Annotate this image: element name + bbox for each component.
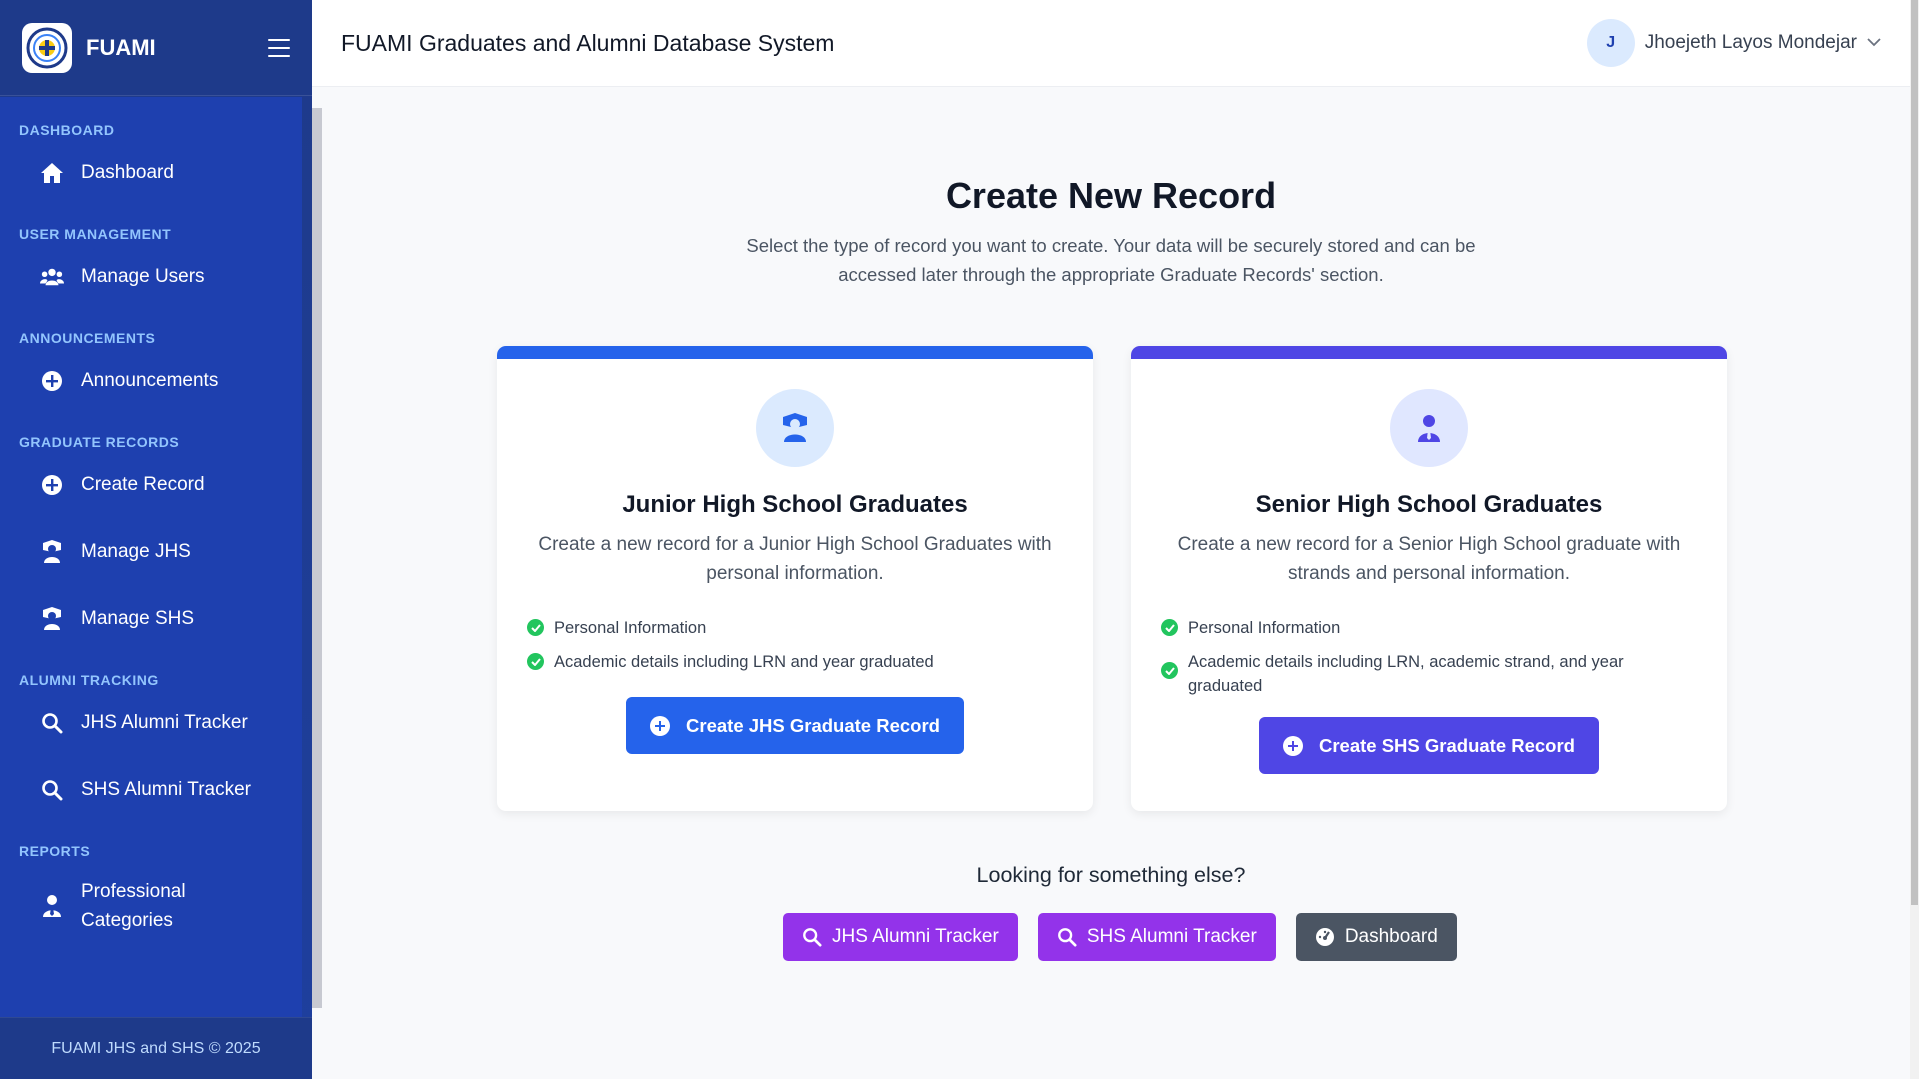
button-label: JHS Alumni Tracker — [832, 926, 999, 947]
check-circle-icon — [1161, 662, 1178, 679]
feature-list: Personal Information Academic details in… — [525, 616, 1065, 674]
search-icon — [1057, 927, 1077, 947]
school-logo[interactable] — [22, 22, 72, 73]
home-icon — [40, 161, 64, 185]
user-name: Jhoejeth Layos Mondejar — [1644, 32, 1857, 53]
feature-text: Personal Information — [554, 619, 707, 637]
check-circle-icon — [527, 619, 544, 636]
list-item: Personal Information — [1159, 616, 1699, 640]
section-title-reports: REPORTS — [19, 843, 91, 859]
button-label: SHS Alumni Tracker — [1086, 926, 1257, 947]
sidebar-item-label: SHS Alumni Tracker — [81, 779, 251, 800]
jhs-card: Junior High School Graduates Create a ne… — [497, 346, 1093, 811]
list-item: Personal Information — [525, 616, 1065, 640]
sidebar-item-label: JHS Alumni Tracker — [81, 712, 248, 733]
feature-text: Academic details including LRN and year … — [554, 653, 934, 671]
scrollbar-thumb[interactable] — [1911, 0, 1918, 905]
sidebar-item-label: Create Record — [81, 474, 205, 495]
sidebar-item-label: Manage JHS — [81, 541, 191, 562]
looking-else-title: Looking for something else? — [976, 863, 1246, 887]
sidebar: FUAMI DASHBOARD Dashboard USER MANAGEMEN… — [0, 0, 322, 1079]
sidebar-item-manage-shs[interactable]: Manage SHS — [0, 597, 302, 641]
graduate-icon — [756, 389, 834, 467]
check-circle-icon — [527, 653, 544, 670]
page-scrollbar[interactable] — [1910, 0, 1919, 1079]
user-tie-icon — [1390, 389, 1468, 467]
main-content: Create New Record Select the type of rec… — [312, 88, 1910, 1079]
users-icon — [40, 265, 64, 289]
create-shs-record-button[interactable]: Create SHS Graduate Record — [1259, 717, 1599, 774]
sidebar-item-announcements[interactable]: Announcements — [0, 359, 302, 403]
section-title-user-management: USER MANAGEMENT — [19, 226, 172, 242]
sidebar-item-manage-users[interactable]: Manage Users — [0, 255, 302, 299]
card-description: Create a new record for a Senior High Sc… — [1177, 534, 1681, 584]
graduate-icon — [40, 607, 64, 631]
section-title-alumni-tracking: ALUMNI TRACKING — [19, 672, 159, 688]
card-title: Junior High School Graduates — [622, 491, 968, 518]
plus-circle-icon — [650, 715, 671, 736]
search-icon — [40, 778, 64, 802]
shs-card: Senior High School Graduates Create a ne… — [1131, 346, 1727, 811]
list-item: Academic details including LRN, academic… — [1159, 650, 1699, 698]
sidebar-item-manage-jhs[interactable]: Manage JHS — [0, 530, 302, 574]
sidebar-item-label: Dashboard — [81, 162, 174, 183]
card-accent-bar — [1131, 346, 1727, 359]
button-label: Create SHS Graduate Record — [1318, 734, 1575, 756]
jhs-alumni-tracker-button[interactable]: JHS Alumni Tracker — [783, 913, 1018, 961]
page-subtitle: Select the type of record you want to cr… — [746, 235, 1476, 285]
sidebar-footer: FUAMI JHS and SHS © 2025 — [0, 1017, 312, 1079]
sidebar-item-shs-alumni-tracker[interactable]: SHS Alumni Tracker — [0, 768, 302, 812]
brand-name: FUAMI — [86, 34, 156, 60]
brand-bar: FUAMI — [0, 0, 312, 96]
sidebar-item-create-record[interactable]: Create Record — [0, 463, 302, 507]
section-title-graduate-records: GRADUATE RECORDS — [19, 434, 180, 450]
user-menu[interactable]: J Jhoejeth Layos Mondejar — [1586, 19, 1881, 67]
feature-text: Personal Information — [1188, 619, 1341, 637]
check-circle-icon — [1161, 619, 1178, 636]
plus-circle-icon — [40, 369, 64, 393]
button-label: Create JHS Graduate Record — [686, 714, 940, 736]
search-icon — [802, 927, 822, 947]
sidebar-item-label: Professional Categories — [81, 881, 186, 931]
list-item: Academic details including LRN and year … — [525, 650, 1065, 674]
page-title: Create New Record — [945, 175, 1277, 216]
top-header: FUAMI Graduates and Alumni Database Syst… — [312, 0, 1910, 87]
card-description: Create a new record for a Junior High Sc… — [538, 534, 1052, 584]
card-title: Senior High School Graduates — [1255, 491, 1603, 518]
dashboard-button[interactable]: Dashboard — [1295, 913, 1457, 961]
graduate-icon — [40, 540, 64, 564]
sidebar-item-label: Manage Users — [81, 266, 205, 287]
sidebar-item-label: Manage SHS — [81, 608, 195, 629]
plus-circle-icon — [1282, 735, 1303, 756]
avatar: J — [1586, 19, 1635, 67]
plus-circle-icon — [40, 473, 64, 497]
sidebar-item-jhs-alumni-tracker[interactable]: JHS Alumni Tracker — [0, 701, 302, 745]
quick-links: JHS Alumni Tracker SHS Alumni Tracker Da… — [783, 913, 1477, 961]
search-icon — [40, 711, 64, 735]
menu-toggle-icon[interactable] — [268, 38, 290, 57]
sidebar-item-label: Announcements — [81, 370, 219, 391]
section-title-dashboard: DASHBOARD — [19, 122, 115, 138]
user-tie-icon — [40, 894, 64, 918]
feature-list: Personal Information Academic details in… — [1159, 616, 1699, 698]
page-header-title: FUAMI Graduates and Alumni Database Syst… — [341, 29, 835, 56]
button-label: Dashboard — [1344, 926, 1438, 947]
section-title-announcements: ANNOUNCEMENTS — [19, 330, 156, 346]
sidebar-item-dashboard[interactable]: Dashboard — [0, 151, 302, 195]
chevron-down-icon — [1867, 34, 1881, 52]
feature-text: Academic details including LRN, academic… — [1188, 653, 1624, 695]
shs-alumni-tracker-button[interactable]: SHS Alumni Tracker — [1037, 913, 1276, 961]
card-accent-bar — [497, 346, 1093, 359]
sidebar-item-professional-categories[interactable]: Professional Categories — [0, 875, 302, 937]
dashboard-gauge-icon — [1315, 927, 1335, 947]
sidebar-nav: DASHBOARD Dashboard USER MANAGEMENT Mana… — [0, 97, 302, 1017]
create-jhs-record-button[interactable]: Create JHS Graduate Record — [626, 697, 964, 754]
